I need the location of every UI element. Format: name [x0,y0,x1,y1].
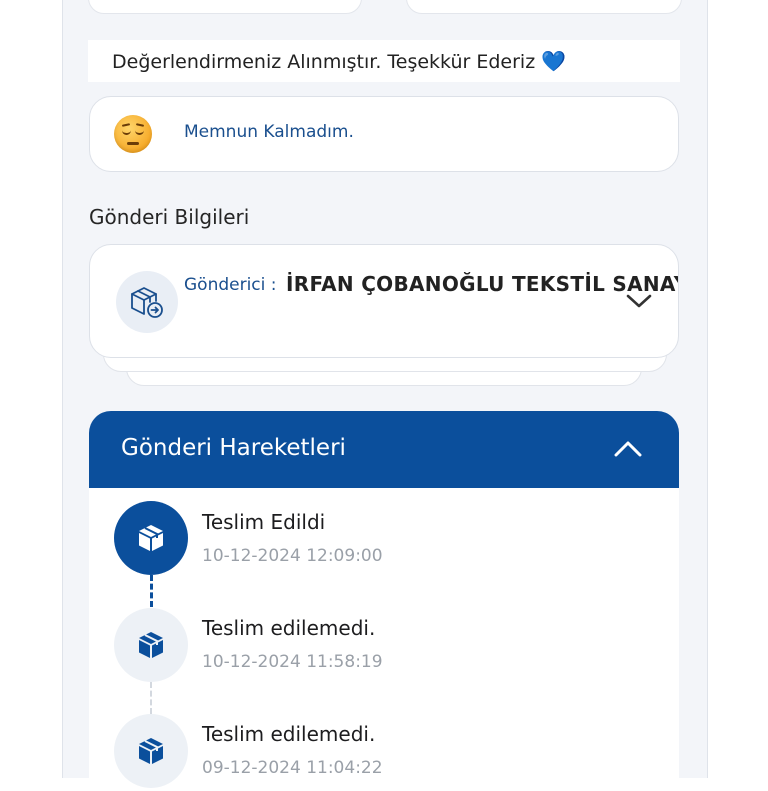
chevron-down-icon[interactable] [626,293,652,309]
movements-title: Gönderi Hareketleri [121,435,346,461]
box-icon [114,501,188,575]
box-icon [114,608,188,682]
top-card-left[interactable] [88,0,362,14]
top-card-right[interactable] [406,0,682,14]
rating-label: Memnun Kalmadım. [184,122,354,142]
chevron-up-icon[interactable] [613,437,643,461]
thanks-text: Değerlendirmeniz Alınmıştır. Teşekkür Ed… [112,51,536,73]
timeline-connector [150,682,152,714]
rating-card: Memnun Kalmadım. [89,96,679,172]
shipment-info-heading: Gönderi Bilgileri [89,205,250,229]
step-date: 10-12-2024 12:09:00 [202,546,383,566]
package-arrow-icon [116,271,178,333]
timeline-connector [150,575,153,607]
step-title: Teslim edilemedi. [202,616,376,640]
step-date: 10-12-2024 11:58:19 [202,652,383,672]
step-title: Teslim edilemedi. [202,722,376,746]
step-title: Teslim Edildi [202,510,326,534]
box-icon [114,714,188,788]
movements-card: Gönderi Hareketleri Teslim Edildi 10-12-… [89,411,679,791]
sender-name: İRFAN ÇOBANOĞLU TEKSTİL SANAYİ ... [286,272,678,296]
feedback-thanks-banner: Değerlendirmeniz Alınmıştır. Teşekkür Ed… [88,40,680,82]
sad-face-icon [114,115,152,153]
heart-icon: 💙 [541,49,567,73]
movements-header[interactable]: Gönderi Hareketleri [89,411,679,488]
sender-label: Gönderici : [184,275,277,295]
step-date: 09-12-2024 11:04:22 [202,758,383,778]
sender-card[interactable]: Gönderici : İRFAN ÇOBANOĞLU TEKSTİL SANA… [89,244,679,358]
